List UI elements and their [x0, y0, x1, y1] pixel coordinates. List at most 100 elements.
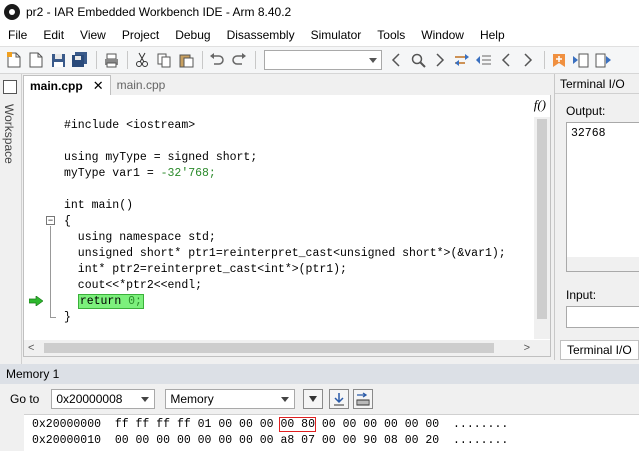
print-icon[interactable]	[101, 50, 121, 70]
menu-project[interactable]: Project	[114, 24, 167, 46]
next-bookmark-icon[interactable]	[593, 50, 613, 70]
menu-tools[interactable]: Tools	[369, 24, 413, 46]
memory-row: 0x20000010 00 00 00 00 00 00 00 00 a8 07…	[32, 433, 508, 449]
window-title: pr2 - IAR Embedded Workbench IDE - Arm 8…	[26, 5, 292, 19]
code-editor[interactable]: − #include <iostream> using myType = sig…	[23, 117, 551, 357]
menu-simulator[interactable]: Simulator	[303, 24, 370, 46]
memory-update-icon[interactable]	[329, 389, 350, 409]
workspace-label[interactable]: Workspace	[2, 104, 16, 164]
memory-row: 0x20000000 ff ff ff ff 01 00 00 00 00 80…	[32, 417, 508, 433]
code-line: cout<<*ptr2<<endl;	[64, 279, 203, 292]
terminal-title: Terminal I/O	[555, 74, 639, 94]
new-file-icon[interactable]	[4, 50, 24, 70]
goto-address-combo[interactable]: 0x20000008	[51, 389, 156, 409]
code-text[interactable]: #include <iostream> using myType = signe…	[64, 117, 534, 339]
toolbar-separator	[255, 51, 256, 69]
code-line: unsigned short* ptr1=reinterpret_cast<un…	[64, 247, 506, 260]
open-file-icon[interactable]	[26, 50, 46, 70]
code-line: int* ptr2=reinterpret_cast<int*>(ptr1);	[64, 263, 347, 276]
undo-icon[interactable]	[207, 50, 227, 70]
memory-title: Memory 1	[0, 364, 639, 384]
memory-fill-icon[interactable]	[353, 389, 374, 409]
fold-line-end	[50, 317, 56, 318]
terminal-input[interactable]	[566, 306, 639, 328]
navigate-icon[interactable]	[452, 50, 472, 70]
tab-label: main.cpp	[30, 78, 83, 93]
fold-toggle-icon[interactable]: −	[46, 216, 55, 225]
memory-bytes[interactable]: ff ff ff ff 01 00 00 00	[115, 418, 274, 431]
save-all-icon[interactable]	[70, 50, 90, 70]
save-icon[interactable]	[48, 50, 68, 70]
scroll-right-icon[interactable]: >	[524, 342, 530, 354]
fold-line	[50, 226, 51, 318]
memory-bytes[interactable]: 00 00 90 08 00 20	[322, 434, 439, 447]
output-scrollbar[interactable]	[567, 257, 639, 271]
previous-bookmark-icon[interactable]	[571, 50, 591, 70]
menu-debug[interactable]: Debug	[167, 24, 218, 46]
current-statement-highlight: return 0;	[77, 294, 144, 309]
editor-horizontal-scrollbar[interactable]: < >	[24, 340, 534, 356]
code-line: #include <iostream>	[64, 119, 196, 132]
scrollbar-thumb[interactable]	[44, 343, 494, 353]
copy-icon[interactable]	[154, 50, 174, 70]
menu-help[interactable]: Help	[472, 24, 513, 46]
output-label: Output:	[566, 104, 606, 118]
return-keyword: return	[79, 295, 129, 308]
cut-icon[interactable]	[132, 50, 152, 70]
menu-edit[interactable]: Edit	[35, 24, 72, 46]
code-line: {	[64, 215, 71, 228]
editor-vertical-scrollbar[interactable]	[534, 117, 550, 339]
terminal-io-panel: Terminal I/O Output: 32768 Input: Termin…	[554, 74, 639, 360]
input-label: Input:	[566, 288, 597, 302]
code-line: using myType = signed short;	[64, 151, 258, 164]
memory-options-dropdown-icon[interactable]	[303, 389, 324, 409]
code-line: }	[64, 311, 71, 324]
toolbar-separator	[127, 51, 128, 69]
toolbar-separator	[96, 51, 97, 69]
tab-main-cpp-active[interactable]: main.cpp ✕	[23, 75, 111, 95]
scrollbar-thumb[interactable]	[537, 119, 547, 319]
memory-bytes[interactable]: 00 00 00 00 00 00 00 00	[115, 434, 274, 447]
code-line: myType var1 = -32'768;	[64, 166, 216, 182]
search-icon[interactable]	[408, 50, 428, 70]
toolbar-separator	[202, 51, 203, 69]
menu-disassembly[interactable]: Disassembly	[219, 24, 303, 46]
memory-grid[interactable]: 0x20000000 ff ff ff ff 01 00 00 00 00 80…	[24, 414, 639, 451]
menu-view[interactable]: View	[72, 24, 114, 46]
toggle-bookmark-icon[interactable]	[549, 50, 569, 70]
goto-label: Go to	[10, 392, 40, 406]
tab-main-cpp[interactable]: main.cpp	[111, 75, 172, 95]
memory-bytes[interactable]: 00 00 00 00 00 00	[322, 418, 439, 431]
scroll-corner	[534, 340, 550, 356]
main-toolbar	[0, 46, 639, 74]
find-previous-icon[interactable]	[386, 50, 406, 70]
memory-ascii: ........	[453, 418, 509, 431]
memory-zone-select[interactable]: Memory	[165, 389, 296, 409]
workspace-strip[interactable]: Workspace	[0, 74, 22, 364]
toolbar-separator	[544, 51, 545, 69]
nav-forward-icon[interactable]	[518, 50, 538, 70]
find-combo[interactable]	[264, 50, 382, 70]
editor-tab-bar: main.cpp ✕ main.cpp	[23, 75, 551, 95]
close-tab-icon[interactable]: ✕	[93, 78, 104, 94]
memory-address: 0x20000000	[32, 418, 102, 431]
paste-icon[interactable]	[176, 50, 196, 70]
memory-bytes-highlighted[interactable]: 00 80	[279, 417, 316, 432]
function-list-icon[interactable]: f()	[534, 97, 546, 113]
redo-icon[interactable]	[229, 50, 249, 70]
tab-terminal-io[interactable]: Terminal I/O	[560, 340, 639, 360]
editor-gutter[interactable]: −	[24, 117, 60, 339]
find-next-icon[interactable]	[430, 50, 450, 70]
scroll-left-icon[interactable]: <	[28, 342, 34, 354]
tab-label: main.cpp	[116, 78, 166, 92]
memory-address: 0x20000010	[32, 434, 102, 447]
menu-file[interactable]: File	[0, 24, 35, 46]
nav-back-icon[interactable]	[496, 50, 516, 70]
terminal-output[interactable]: 32768	[566, 122, 639, 272]
memory-bytes[interactable]: a8 07	[280, 434, 315, 447]
code-line: using namespace std;	[64, 231, 216, 244]
workspace-icon[interactable]	[3, 80, 17, 94]
bookmark-list-icon[interactable]	[474, 50, 494, 70]
menu-window[interactable]: Window	[413, 24, 472, 46]
